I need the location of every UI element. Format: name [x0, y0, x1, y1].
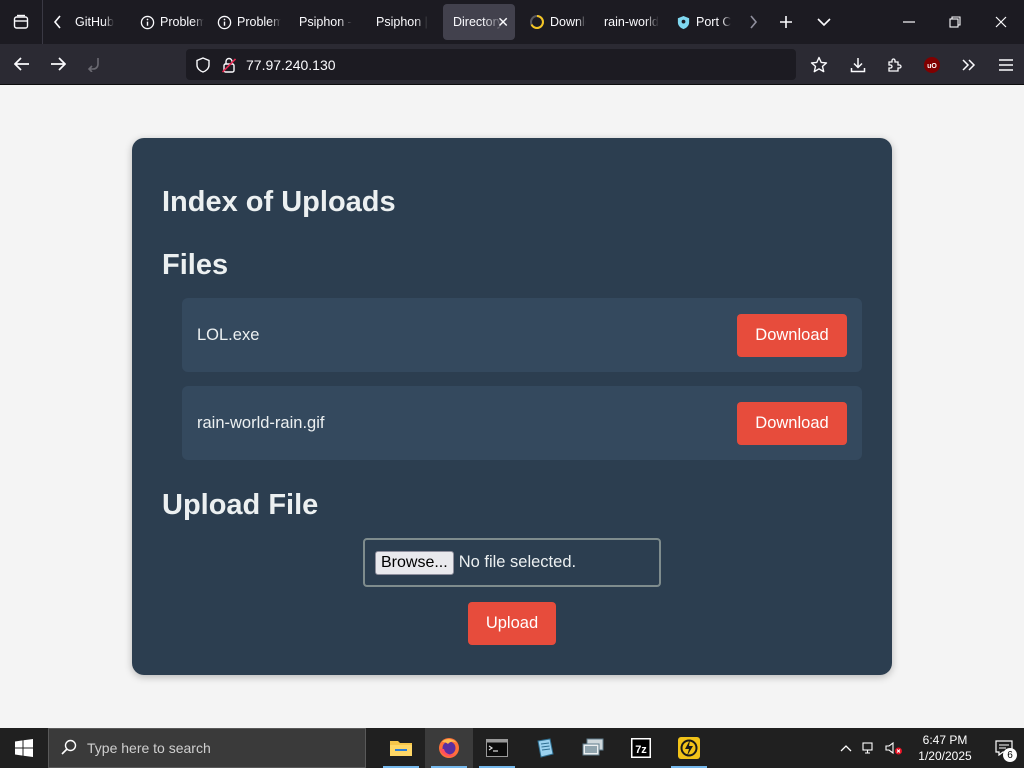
file-row: LOL.exe Download: [182, 298, 862, 372]
forward-icon[interactable]: [40, 48, 76, 80]
tab-label: Problem: [237, 15, 281, 29]
close-tab-icon[interactable]: ✕: [497, 14, 509, 31]
file-input[interactable]: Browse... No file selected.: [363, 538, 661, 587]
psiphon-icon[interactable]: [665, 728, 713, 768]
no-file-selected-text: No file selected.: [458, 553, 577, 571]
loading-spinner-icon: [529, 14, 545, 30]
windows-taskbar: Type here to search 7z 6:47 PM 1/20/2025…: [0, 728, 1024, 768]
download-button[interactable]: Download: [737, 401, 847, 445]
restore-icon[interactable]: [932, 0, 978, 44]
browse-button[interactable]: Browse...: [375, 550, 454, 575]
back-icon[interactable]: [4, 48, 40, 80]
firefox-view-icon[interactable]: [0, 0, 42, 44]
tab-problem-2[interactable]: Problem: [210, 4, 287, 40]
tab-label: Psiphon -: [299, 15, 352, 29]
minimize-icon[interactable]: [886, 0, 932, 44]
toolbar-right: uO: [800, 44, 1024, 85]
browser-tab-strip: GitHub Problem Problem Psiphon - Psiphon…: [0, 0, 1024, 44]
info-icon: [139, 14, 155, 30]
page-viewport: Index of Uploads Files LOL.exe Download …: [0, 85, 1024, 728]
tab-label: Psiphon |: [376, 15, 428, 29]
terminal-icon[interactable]: [473, 728, 521, 768]
upload-button[interactable]: Upload: [468, 602, 556, 645]
search-icon: [61, 739, 77, 758]
info-icon: [216, 14, 232, 30]
search-placeholder: Type here to search: [87, 740, 211, 756]
tracking-protection-shield-icon[interactable]: [190, 49, 216, 80]
insecure-lock-icon[interactable]: [216, 49, 242, 80]
scroll-tabs-right-icon[interactable]: [739, 0, 767, 44]
tab-rain-world[interactable]: rain-world: [592, 4, 669, 40]
system-tray: 6:47 PM 1/20/2025 6: [834, 728, 1024, 768]
7zip-icon[interactable]: 7z: [617, 728, 665, 768]
tab-label: Download: [550, 15, 586, 29]
more-tools-chevron-icon[interactable]: [950, 44, 987, 85]
downloads-icon[interactable]: [839, 44, 876, 85]
taskbar-apps: 7z: [377, 728, 713, 768]
shield-icon: [675, 14, 691, 30]
firefox-icon[interactable]: [425, 728, 473, 768]
show-hidden-icons-chevron-icon[interactable]: [834, 728, 858, 768]
tab-download[interactable]: Download: [515, 4, 592, 40]
uploads-panel: Index of Uploads Files LOL.exe Download …: [132, 138, 892, 675]
tab-directory-active[interactable]: Directory ✕: [443, 4, 515, 40]
remote-desktop-icon[interactable]: [569, 728, 617, 768]
tab-label: rain-world: [604, 15, 659, 29]
tab-list: GitHub Problem Problem Psiphon - Psiphon…: [73, 0, 739, 44]
tab-github[interactable]: GitHub: [73, 4, 133, 40]
svg-text:7z: 7z: [635, 744, 647, 756]
files-heading: Files: [162, 249, 229, 281]
ublock-origin-icon[interactable]: uO: [913, 44, 950, 85]
action-center-icon[interactable]: 6: [984, 728, 1024, 768]
tab-label: Port C: [696, 15, 732, 29]
close-window-icon[interactable]: [978, 0, 1024, 44]
file-explorer-icon[interactable]: [377, 728, 425, 768]
clock[interactable]: 6:47 PM 1/20/2025: [906, 732, 984, 764]
page-title: Index of Uploads: [162, 186, 396, 218]
new-tab-icon[interactable]: [767, 0, 805, 44]
scroll-tabs-left-icon[interactable]: [43, 0, 73, 44]
clock-time: 6:47 PM: [922, 733, 968, 747]
windows-start-icon[interactable]: [0, 728, 48, 768]
upload-heading: Upload File: [162, 489, 319, 521]
bookmark-star-icon[interactable]: [800, 44, 837, 85]
extensions-puzzle-icon[interactable]: [876, 44, 913, 85]
url-text[interactable]: 77.97.240.130: [246, 57, 336, 73]
tab-problem-1[interactable]: Problem: [133, 4, 210, 40]
file-name: LOL.exe: [197, 325, 260, 344]
tab-label: Problem: [160, 15, 204, 29]
notification-count-badge: 6: [1003, 748, 1017, 762]
reload-icon[interactable]: [76, 48, 112, 80]
hamburger-menu-icon[interactable]: [987, 44, 1024, 85]
download-button[interactable]: Download: [737, 313, 847, 357]
volume-muted-icon[interactable]: [882, 728, 906, 768]
file-name: rain-world-rain.gif: [197, 413, 325, 432]
taskbar-search-box[interactable]: Type here to search: [48, 728, 366, 768]
tab-port[interactable]: Port C: [669, 4, 739, 40]
tab-psiphon-1[interactable]: Psiphon -: [287, 4, 364, 40]
tab-psiphon-2[interactable]: Psiphon |: [364, 4, 441, 40]
svg-text:uO: uO: [927, 63, 937, 70]
network-disconnected-icon[interactable]: [858, 728, 882, 768]
list-all-tabs-icon[interactable]: [805, 0, 843, 44]
clock-date: 1/20/2025: [918, 749, 972, 763]
notepad-app-icon[interactable]: [521, 728, 569, 768]
navigation-toolbar: 77.97.240.130 uO: [0, 44, 1024, 85]
file-row: rain-world-rain.gif Download: [182, 386, 862, 460]
url-bar[interactable]: 77.97.240.130: [186, 49, 796, 80]
tab-label: GitHub: [75, 15, 114, 29]
tab-label: Directory: [453, 15, 504, 29]
